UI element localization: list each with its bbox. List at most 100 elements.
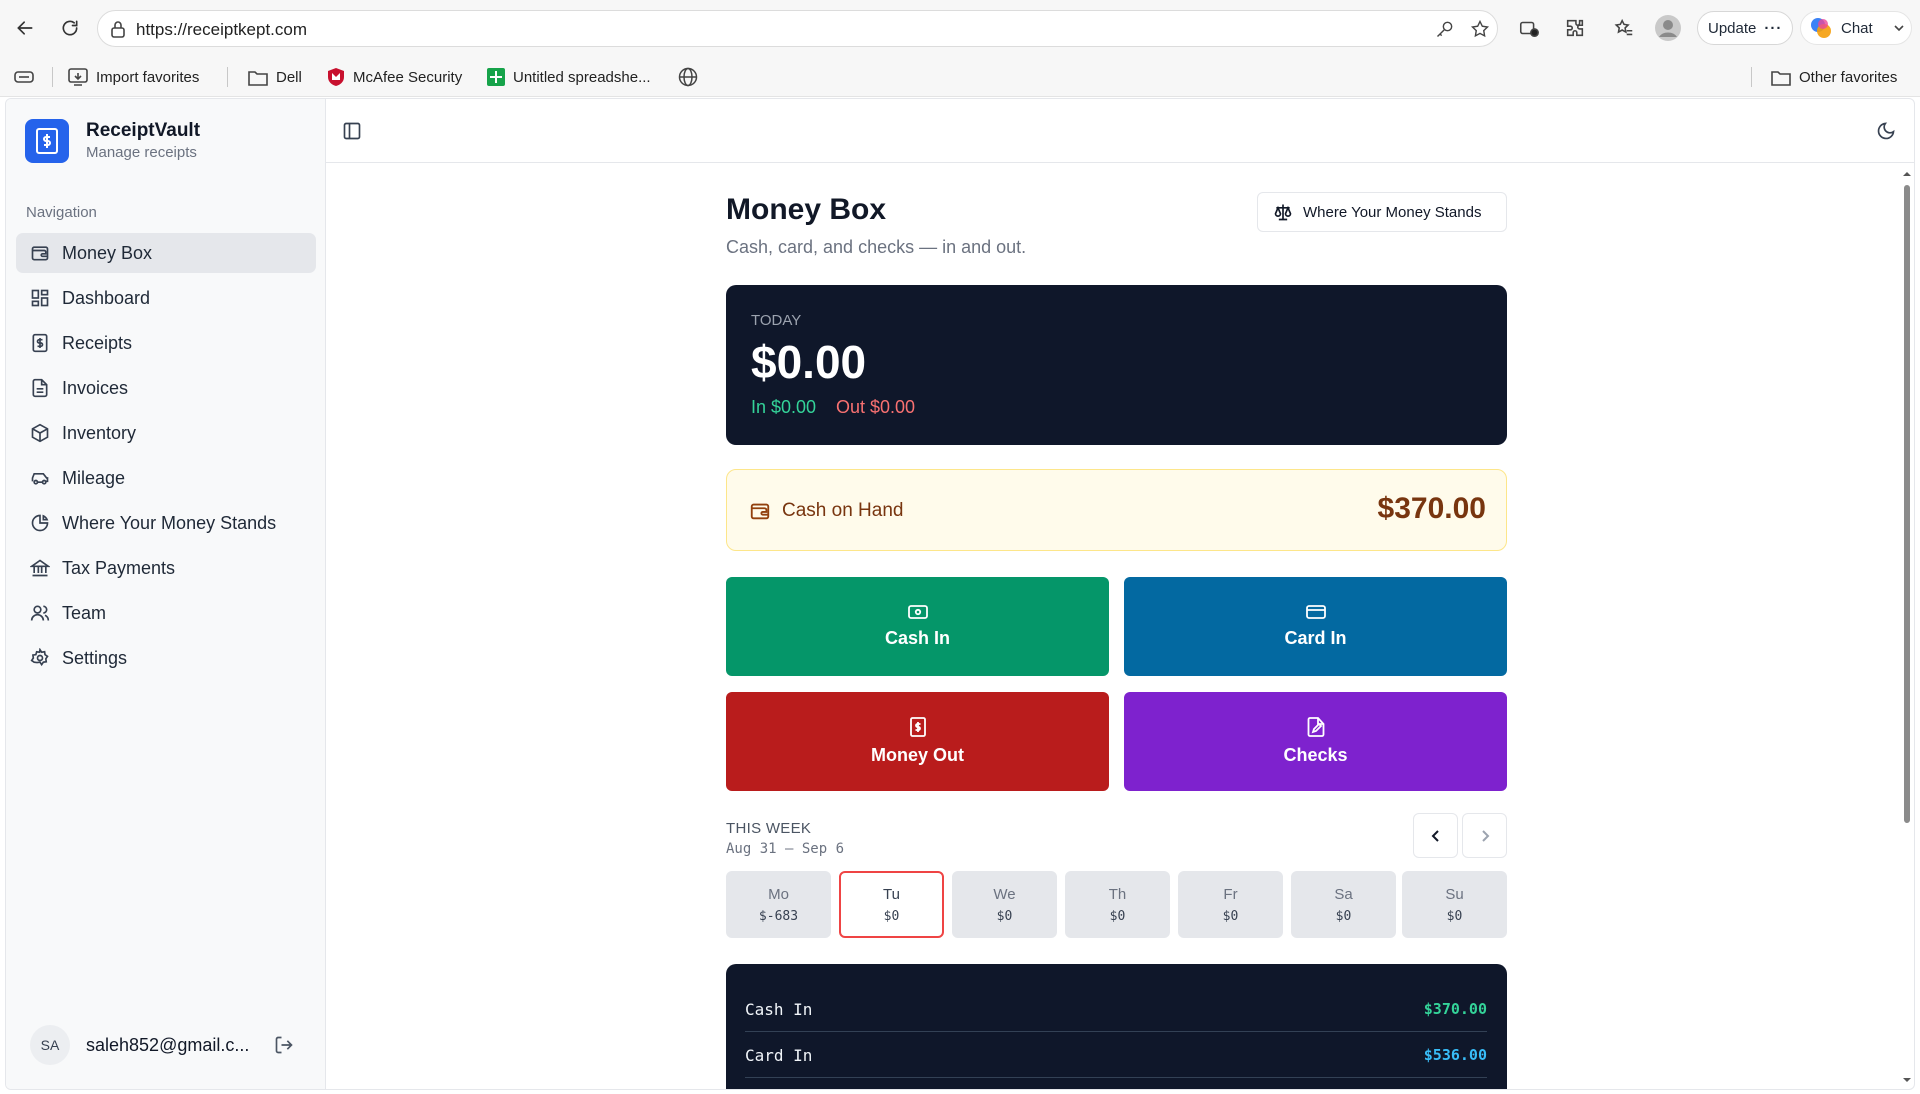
sidebar-item-money-box[interactable]: Money Box — [16, 233, 316, 273]
money-out-button[interactable]: Money Out — [726, 692, 1109, 791]
sidebar-item-money-stands[interactable]: Where Your Money Stands — [16, 503, 316, 543]
key-icon[interactable] — [1435, 19, 1455, 39]
cash-on-hand-label: Cash on Hand — [782, 500, 904, 521]
summary-value: $536.00 — [1423, 1046, 1487, 1064]
week-prev-button[interactable] — [1413, 813, 1458, 858]
sidebar-item-settings[interactable]: Settings — [16, 638, 316, 678]
chat-button[interactable]: Chat — [1800, 11, 1912, 45]
scrollbar[interactable] — [1900, 165, 1914, 1089]
day-wednesday[interactable]: We $0 — [952, 871, 1057, 938]
avatar[interactable]: SA — [30, 1025, 70, 1065]
summary-label: Cash In — [745, 999, 813, 1019]
sidebar-toggle-icon[interactable] — [342, 121, 362, 141]
day-friday[interactable]: Fr $0 — [1178, 871, 1283, 938]
bookmark-mcafee[interactable]: McAfee Security — [327, 65, 462, 89]
extension-badge-icon[interactable] — [1515, 14, 1543, 42]
summary-card: Cash In $370.00 Card In $536.00 — [726, 964, 1507, 1089]
file-pen-icon — [1307, 717, 1325, 737]
back-icon[interactable] — [11, 14, 39, 42]
week-label: THIS WEEK — [726, 820, 812, 837]
receipt-icon — [30, 333, 50, 353]
update-label: Update — [1708, 19, 1757, 37]
user-profile: SA saleh852@gmail.c... — [30, 1023, 310, 1067]
day-value: $-683 — [758, 908, 799, 924]
today-card: TODAY $0.00 In $0.00 Out $0.00 — [726, 285, 1507, 445]
package-icon — [30, 423, 50, 443]
folder-icon — [1771, 69, 1791, 86]
url-text: https://receiptkept.com — [136, 20, 308, 39]
week-next-button[interactable] — [1462, 813, 1507, 858]
grid-icon — [30, 288, 50, 308]
bookmark-import-favorites[interactable]: Import favorites — [68, 65, 199, 89]
money-stands-button[interactable]: Where Your Money Stands — [1257, 192, 1507, 232]
profile-icon[interactable] — [1654, 14, 1682, 42]
sidebar-item-label: Where Your Money Stands — [62, 512, 277, 533]
favorites-icon[interactable] — [1610, 14, 1638, 42]
day-name: Th — [1108, 885, 1127, 903]
puzzle-icon[interactable] — [1561, 14, 1589, 42]
money-stands-label: Where Your Money Stands — [1303, 203, 1482, 221]
refresh-icon[interactable] — [56, 14, 84, 42]
sidebar: ReceiptVault Manage receipts Navigation … — [6, 99, 326, 1089]
gear-icon — [30, 648, 50, 668]
sidebar-item-tax-payments[interactable]: Tax Payments — [16, 548, 316, 588]
day-monday[interactable]: Mo $-683 — [726, 871, 831, 938]
pie-chart-icon — [30, 513, 50, 533]
app-window: ReceiptVault Manage receipts Navigation … — [5, 98, 1915, 1090]
sidebar-item-dashboard[interactable]: Dashboard — [16, 278, 316, 318]
page-subtitle: Cash, card, and checks — in and out. — [726, 237, 1027, 257]
sidebar-item-inventory[interactable]: Inventory — [16, 413, 316, 453]
logout-icon[interactable] — [274, 1035, 294, 1055]
card-in-button[interactable]: Card In — [1124, 577, 1507, 676]
brand-name: ReceiptVault — [86, 120, 201, 141]
sidebar-item-label: Team — [62, 602, 107, 623]
wallet-icon — [749, 500, 771, 522]
tab-actions-icon[interactable] — [14, 65, 34, 89]
bookmarks-bar: Import favorites Dell McAfee Security Un… — [0, 57, 1920, 97]
sidebar-item-label: Invoices — [62, 377, 129, 398]
more-icon: ··· — [1764, 19, 1783, 37]
sidebar-item-team[interactable]: Team — [16, 593, 316, 633]
today-in: In $0.00 — [751, 397, 817, 417]
users-icon — [30, 603, 50, 623]
bookmark-label: McAfee Security — [353, 68, 463, 86]
moon-icon[interactable] — [1876, 121, 1896, 141]
main-area: Money Box Cash, card, and checks — in an… — [326, 99, 1914, 1089]
nav-heading: Navigation — [26, 204, 97, 221]
day-thursday[interactable]: Th $0 — [1065, 871, 1170, 938]
cash-on-hand-card: Cash on Hand $370.00 — [726, 469, 1507, 551]
bookmark-other-favorites[interactable]: Other favorites — [1771, 65, 1897, 89]
page-title: Money Box — [726, 193, 887, 226]
sidebar-item-mileage[interactable]: Mileage — [16, 458, 316, 498]
bookmark-dell[interactable]: Dell — [248, 65, 302, 89]
file-text-icon — [30, 378, 50, 398]
star-icon[interactable] — [1470, 19, 1490, 39]
week-days: Mo $-683 Tu $0 We $0 Th $0 Fr $0 Sa $0 S… — [726, 871, 1507, 938]
scrollbar-thumb[interactable] — [1904, 185, 1910, 823]
sidebar-item-label: Mileage — [62, 467, 126, 488]
bookmark-spreadsheet[interactable]: Untitled spreadshe... — [487, 65, 651, 89]
sidebar-item-invoices[interactable]: Invoices — [16, 368, 316, 408]
day-value: $0 — [883, 908, 900, 924]
car-icon — [30, 468, 50, 488]
sidebar-item-label: Settings — [62, 647, 128, 668]
day-tuesday[interactable]: Tu $0 — [839, 871, 944, 938]
day-sunday[interactable]: Su $0 — [1402, 871, 1507, 938]
day-saturday[interactable]: Sa $0 — [1291, 871, 1396, 938]
import-icon — [68, 68, 88, 86]
bookmark-label: Untitled spreadshe... — [513, 68, 651, 86]
globe-icon[interactable] — [678, 65, 698, 89]
bookmark-label: Other favorites — [1799, 68, 1898, 86]
checks-button[interactable]: Checks — [1124, 692, 1507, 791]
wallet-icon — [30, 243, 50, 263]
cash-in-button[interactable]: Cash In — [726, 577, 1109, 676]
address-bar[interactable]: https://receiptkept.com — [97, 10, 1498, 47]
update-button[interactable]: Update ··· — [1697, 11, 1793, 45]
copilot-icon — [1809, 16, 1833, 40]
sidebar-item-label: Receipts — [62, 332, 133, 353]
money-box-content: Money Box Cash, card, and checks — in an… — [726, 163, 1507, 1089]
checks-label: Checks — [1283, 745, 1348, 765]
main-header — [326, 99, 1914, 163]
sidebar-item-label: Dashboard — [62, 287, 151, 308]
sidebar-item-receipts[interactable]: Receipts — [16, 323, 316, 363]
